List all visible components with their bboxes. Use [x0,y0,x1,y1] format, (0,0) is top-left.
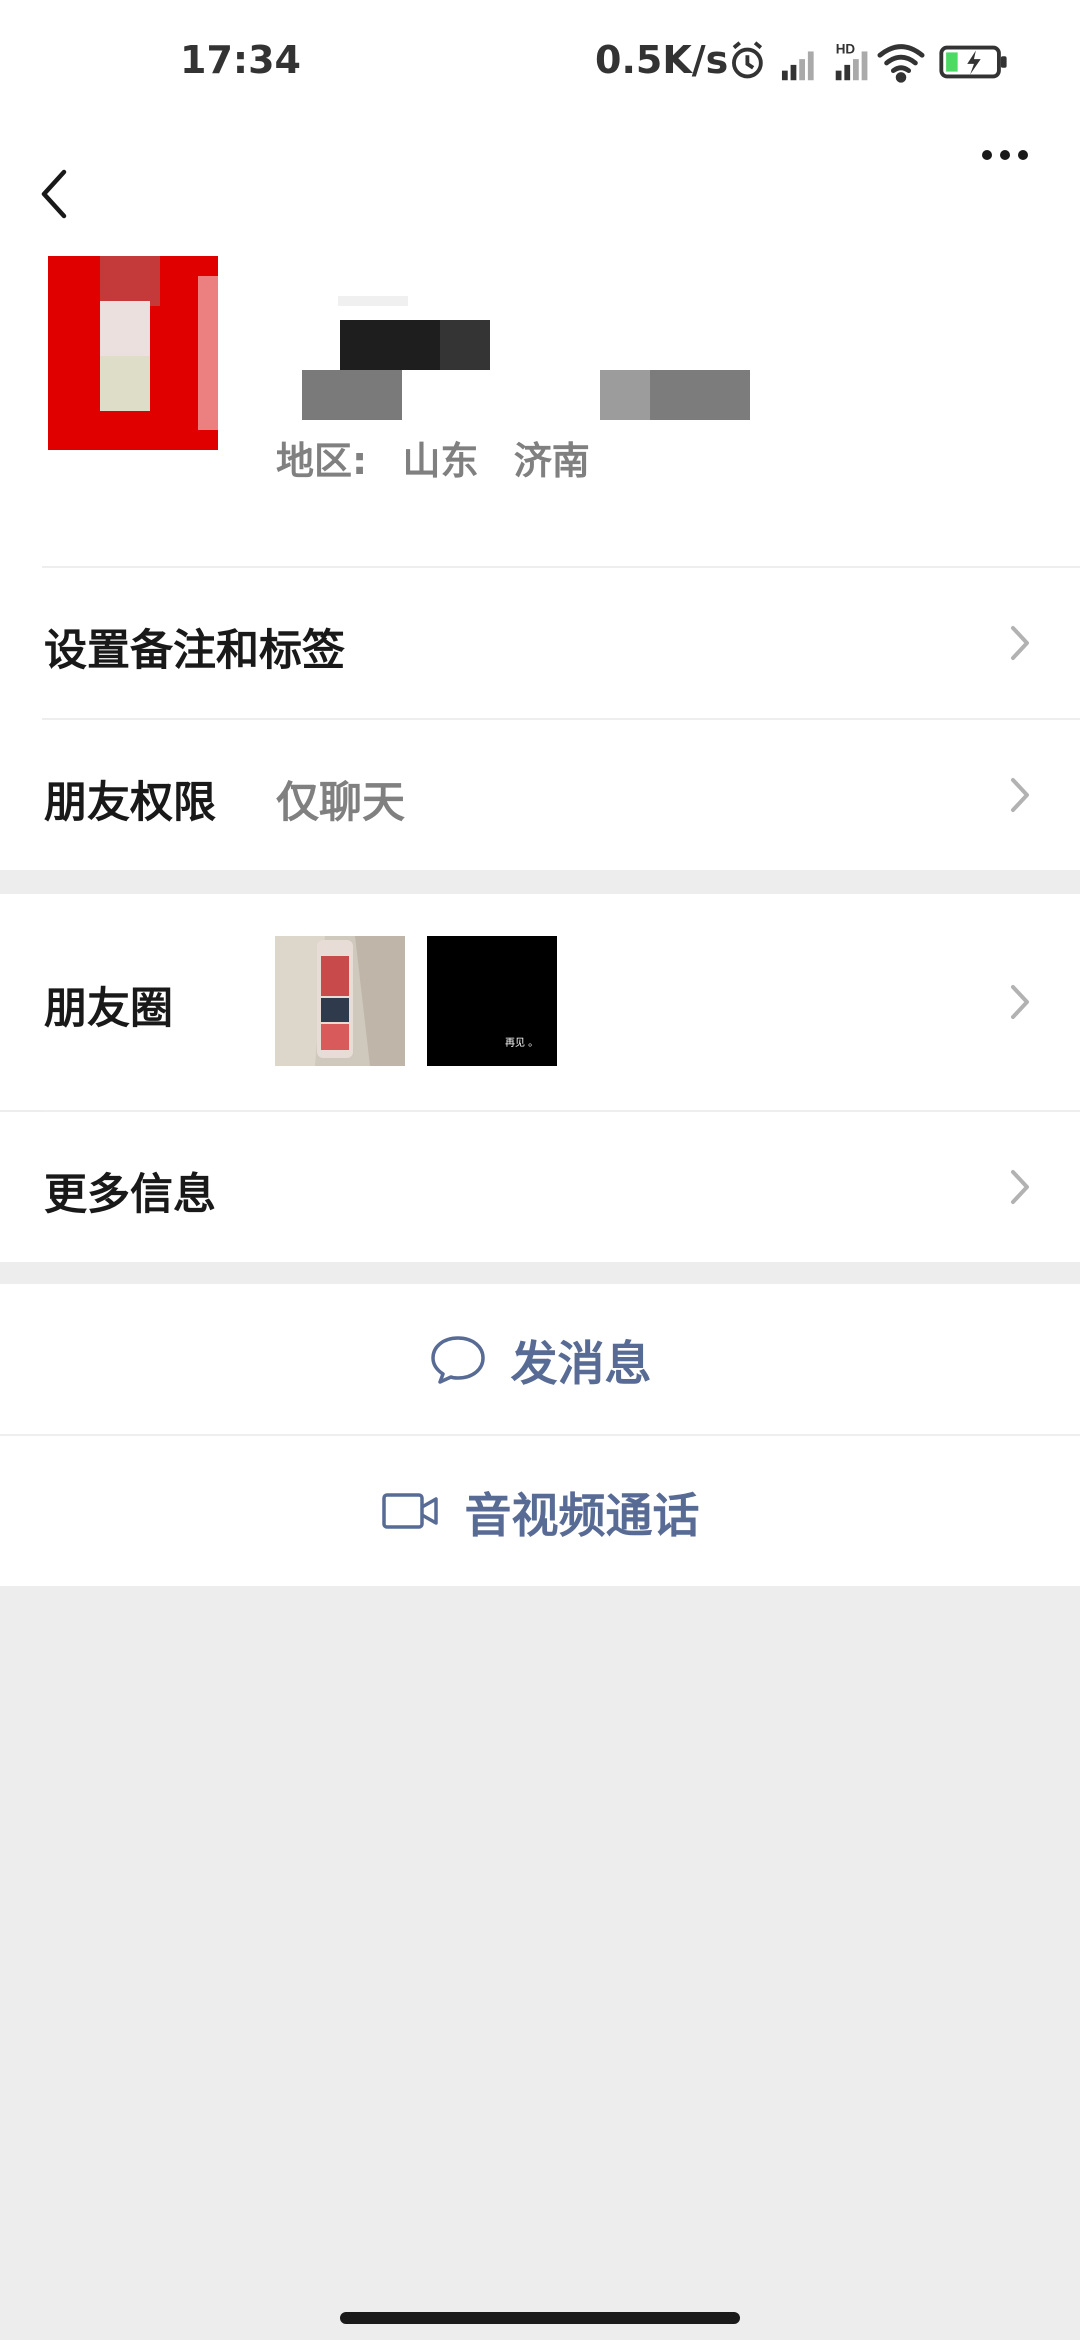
battery-charging-icon [939,45,1007,79]
remark-tags-row[interactable]: 设置备注和标签 [0,568,1080,718]
remark-tags-label: 设置备注和标签 [44,626,345,676]
chevron-right-icon [1011,626,1029,660]
avatar[interactable] [48,256,218,450]
signal-icon [781,51,814,81]
permission-value: 仅聊天 [276,778,405,828]
more-info-label: 更多信息 [44,1170,216,1220]
region-city: 济南 [513,439,590,483]
moments-thumbnail-2[interactable]: 再见 。 [427,936,557,1066]
status-time: 17:34 [180,38,301,82]
more-button[interactable] [965,126,1055,256]
chevron-right-icon [1011,778,1029,812]
network-speed: 0.5K/s [595,38,729,82]
wifi-icon [877,44,925,83]
profile-header: 地区: 山东 济南 [0,256,1080,568]
alarm-icon [732,41,763,79]
status-icons: HD [732,41,1007,83]
region-label: 地区: [276,439,368,483]
chevron-right-icon [1011,1170,1029,1204]
region-info: 地区: 山东 济南 [276,430,612,485]
more-dots-icon [982,150,1028,160]
chevron-right-icon [1011,985,1029,1019]
permission-label: 朋友权限 [44,778,216,828]
more-info-row[interactable]: 更多信息 [0,1112,1080,1262]
home-indicator[interactable] [340,2312,740,2324]
svg-text:HD: HD [836,41,856,56]
send-message-label: 发消息 [510,1336,652,1392]
chevron-left-icon [41,169,67,219]
video-camera-icon [381,1493,438,1529]
nav-bar [0,126,1080,256]
status-bar: 17:34 0.5K/s HD [0,0,1080,126]
moments-label: 朋友圈 [44,984,173,1034]
av-call-label: 音视频通话 [464,1488,700,1544]
moments-thumb-caption: 再见 。 [505,1037,538,1049]
back-button[interactable] [30,126,100,256]
nickname-blurred [302,296,750,420]
hd-signal-icon: HD [835,41,868,81]
region-province: 山东 [402,439,479,483]
friend-permission-row[interactable]: 朋友权限 仅聊天 [0,720,1080,870]
av-call-button[interactable]: 音视频通话 [0,1436,1080,1586]
chat-bubble-icon [430,1336,485,1384]
moments-thumbnail-1[interactable] [275,936,405,1066]
send-message-button[interactable]: 发消息 [0,1284,1080,1434]
